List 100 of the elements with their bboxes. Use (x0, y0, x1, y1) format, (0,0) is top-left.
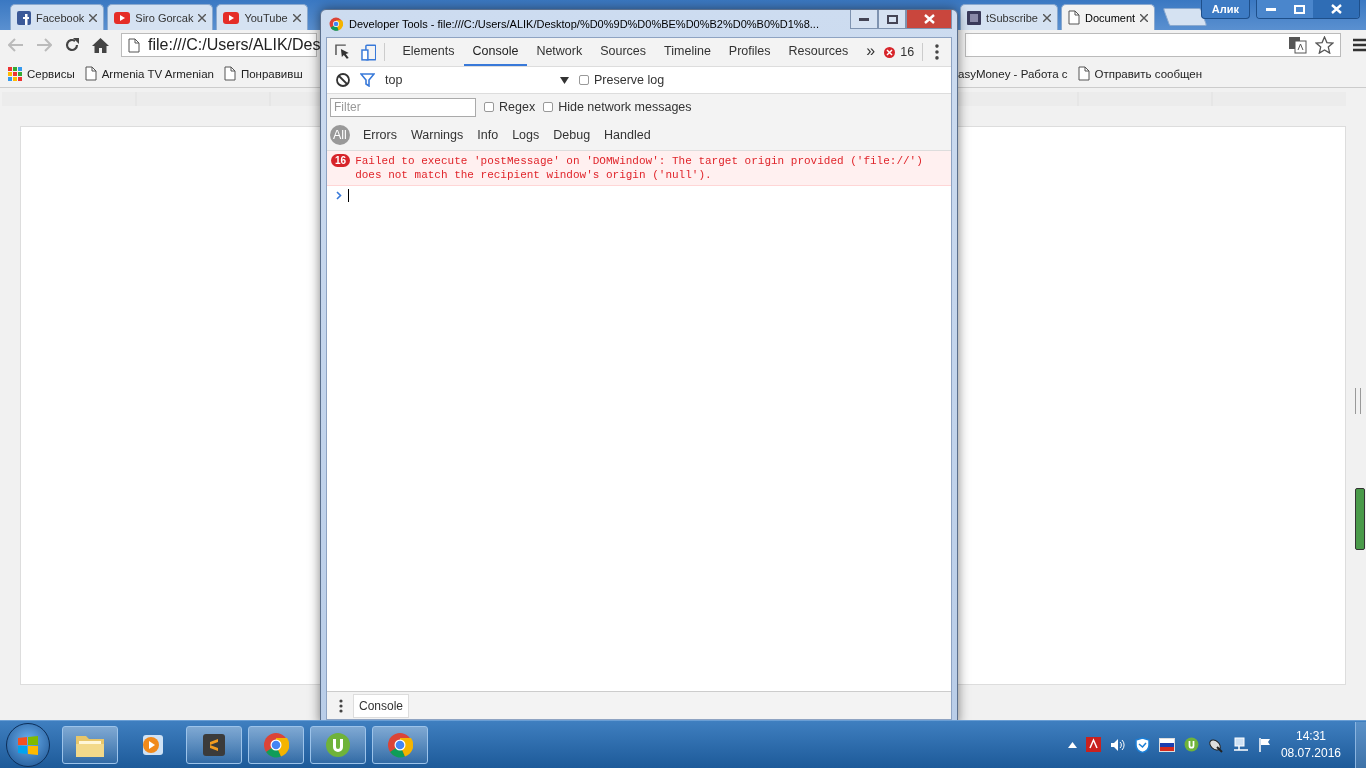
context-dropdown[interactable]: top (385, 73, 569, 87)
filter-field[interactable]: Filter (330, 97, 476, 117)
shield-icon[interactable] (1134, 736, 1150, 753)
panel-tab[interactable]: Timeline (655, 38, 720, 66)
checkbox-label: Hide network messages (558, 100, 692, 114)
panel-tab[interactable]: Network (527, 38, 592, 66)
menu-icon[interactable] (1353, 38, 1366, 52)
network-icon[interactable] (1232, 736, 1249, 753)
profile-button[interactable]: Алик (1200, 0, 1250, 19)
editor-icon (201, 731, 227, 758)
play-icon (114, 11, 131, 24)
reload-icon[interactable] (64, 37, 80, 53)
taskbar-button[interactable] (248, 725, 304, 764)
close-icon[interactable] (198, 13, 207, 22)
bookmark[interactable]: Сервисы (8, 66, 75, 81)
panel-tab[interactable]: Console (463, 38, 528, 66)
more-options-icon[interactable] (339, 698, 343, 713)
site-icon (17, 10, 31, 25)
language-flag-icon[interactable] (1158, 737, 1175, 752)
panel-tab[interactable]: Profiles (719, 38, 780, 66)
torrent-icon[interactable] (1183, 737, 1199, 752)
restore-icon (1293, 4, 1305, 14)
bookmark[interactable]: Отправить сообщен (1077, 66, 1203, 81)
filter-icon[interactable] (360, 73, 375, 87)
minimize-icon (1266, 7, 1276, 11)
satellite-icon[interactable] (1207, 736, 1224, 753)
dropdown-icon (560, 76, 569, 84)
minimize-button[interactable] (1257, 0, 1285, 18)
taskbar-button[interactable] (186, 725, 242, 764)
repeat-count-badge: 16 (331, 154, 351, 167)
close-icon[interactable] (292, 13, 301, 22)
star-icon[interactable] (1315, 36, 1334, 54)
maximize-icon (886, 14, 898, 24)
restore-button[interactable] (1285, 0, 1313, 18)
page-icon (84, 66, 97, 81)
page-icon (223, 66, 236, 81)
error-icon (884, 46, 896, 58)
close-button[interactable] (906, 10, 952, 29)
apps-icon (8, 66, 22, 81)
taskbar-button[interactable] (372, 725, 428, 764)
new-tab-button[interactable] (1162, 8, 1208, 26)
checkbox-label: Regex (499, 100, 536, 114)
browser-tab[interactable]: Document (1061, 4, 1156, 30)
maximize-button[interactable] (878, 10, 906, 29)
drawer-tab[interactable]: Console (353, 693, 410, 718)
volume-icon[interactable] (1109, 737, 1126, 752)
more-options-icon[interactable] (935, 44, 939, 60)
close-icon[interactable] (1043, 13, 1051, 22)
page-icon (1077, 66, 1090, 81)
address-field-end[interactable] (965, 33, 1341, 57)
bookmark[interactable]: Понравивш (223, 66, 303, 81)
device-icon[interactable] (360, 43, 377, 61)
error-counter[interactable]: 16 (884, 45, 915, 59)
level-filter[interactable]: Logs (505, 126, 547, 144)
level-filter[interactable]: Errors (355, 126, 404, 144)
panel-tab[interactable]: Elements (393, 38, 464, 66)
translate-icon[interactable] (1289, 36, 1307, 54)
more-tabs-button[interactable]: » (857, 38, 885, 66)
windows-icon (17, 734, 39, 755)
show-hidden-icons-icon[interactable] (1067, 741, 1077, 748)
panel-tab[interactable]: Sources (591, 38, 656, 66)
browser-tab[interactable]: Siro Gorcak (107, 4, 214, 30)
flag-icon[interactable] (1257, 737, 1271, 752)
inspect-icon[interactable] (335, 44, 351, 60)
browser-tab[interactable]: Facebook (10, 4, 105, 30)
close-icon[interactable] (1140, 13, 1149, 22)
level-filter[interactable]: Debug (546, 126, 598, 144)
browser-tab[interactable]: YouTube (216, 4, 308, 30)
bookmark[interactable]: Armenia TV Armenian (84, 66, 214, 81)
torrent-icon (325, 731, 351, 758)
taskbar-button[interactable] (310, 725, 366, 764)
checkbox-label: Preserve log (594, 73, 665, 87)
level-filter[interactable]: Handled (597, 126, 658, 144)
minimize-icon (859, 17, 869, 21)
close-icon[interactable] (89, 13, 98, 22)
checkbox[interactable] (543, 102, 554, 112)
page-icon (1068, 10, 1080, 25)
home-icon[interactable] (92, 37, 109, 53)
checkbox[interactable] (484, 102, 494, 112)
error-message: Failed to execute 'postMessage' on 'DOMWindow': The target origin provided ('file://') does not match the recipient window's origin ('null'). (355, 154, 924, 182)
minimize-button[interactable] (850, 10, 878, 29)
play-icon (223, 11, 240, 24)
browser-icon (329, 16, 343, 31)
close-button[interactable] (1313, 0, 1359, 18)
checkbox[interactable] (579, 75, 589, 85)
level-filter[interactable]: Warnings (403, 126, 471, 144)
level-filter[interactable]: Info (470, 126, 506, 144)
taskbar-button[interactable] (62, 725, 118, 764)
panel-tab[interactable]: Resources (779, 38, 858, 66)
close-icon (923, 14, 935, 24)
document-icon[interactable] (1085, 737, 1101, 752)
site-icon (967, 10, 981, 25)
browser-tab[interactable]: tSubscribe (960, 4, 1058, 30)
start-button[interactable] (6, 722, 50, 767)
page-icon (128, 37, 140, 53)
clock[interactable]: 14:31 08.07.2016 (1280, 727, 1341, 762)
browser-icon (387, 731, 413, 758)
clear-icon[interactable] (336, 73, 350, 87)
prompt-icon (336, 191, 342, 200)
bookmark[interactable]: asyMoney - Работа с (958, 67, 1068, 80)
